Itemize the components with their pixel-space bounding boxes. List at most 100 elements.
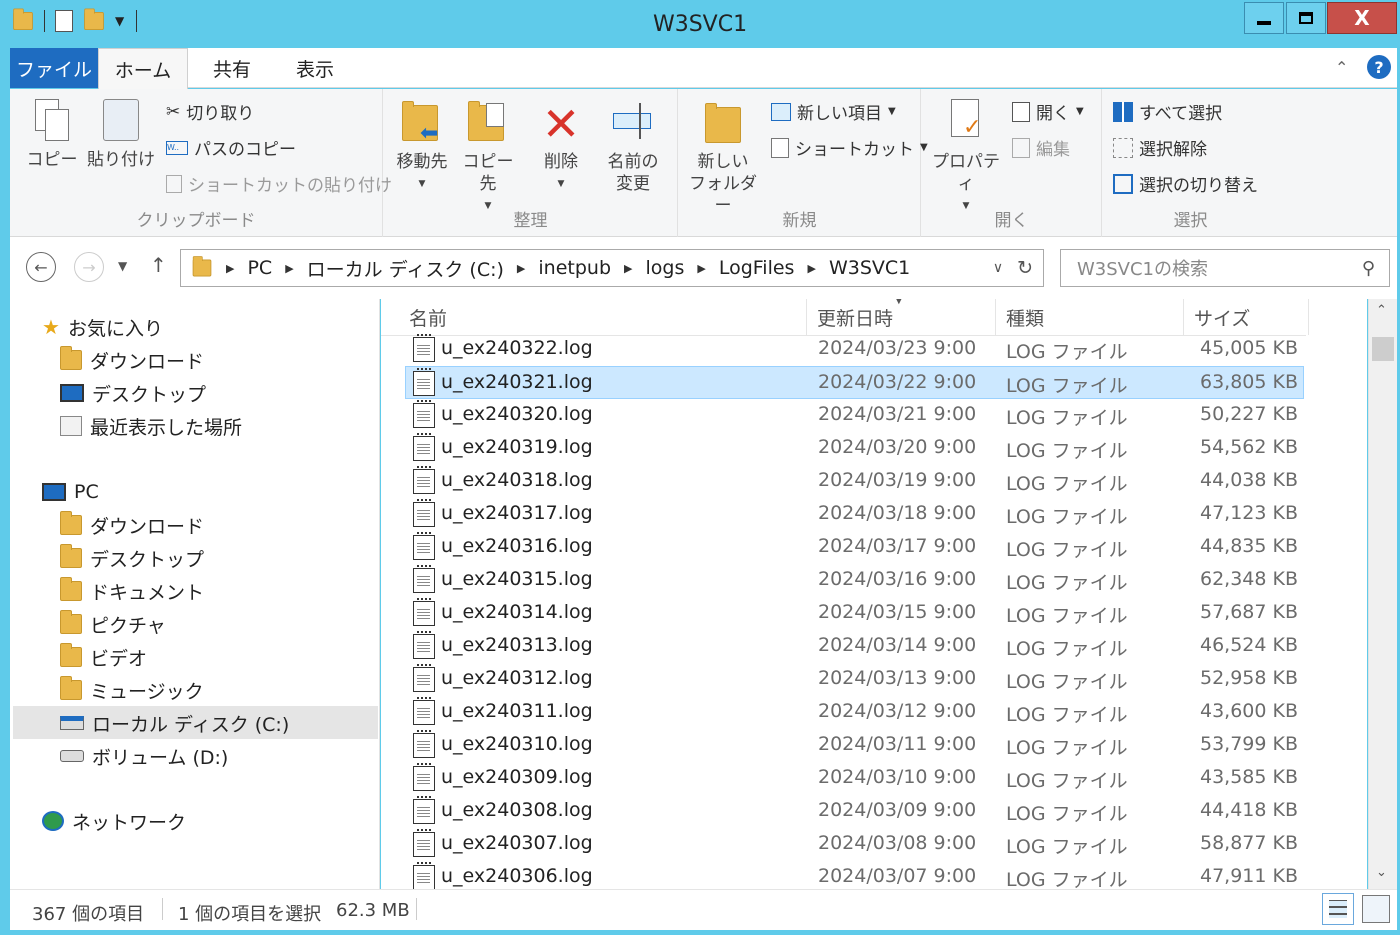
log-file-icon: [413, 862, 435, 889]
log-file-icon: [413, 400, 435, 428]
scroll-thumb[interactable]: [1372, 337, 1394, 361]
rename-icon: [613, 99, 653, 143]
column-header-type[interactable]: 種類: [996, 299, 1184, 335]
cut-button[interactable]: ✂ 切り取り: [166, 99, 254, 125]
properties-button[interactable]: ✓ プロパティ ▼: [928, 99, 1004, 217]
select-all-button[interactable]: すべて選択: [1113, 99, 1222, 124]
refresh-icon[interactable]: ↻: [1017, 257, 1033, 279]
table-row[interactable]: u_ex240314.log 2024/03/15 9:00 LOG ファイル 57,…: [381, 597, 1306, 630]
table-row[interactable]: u_ex240319.log 2024/03/20 9:00 LOG ファイル 54,…: [381, 432, 1306, 465]
nav-fav-recent[interactable]: 最近表示した場所: [60, 410, 242, 442]
scroll-up-icon[interactable]: ⌃: [1376, 303, 1387, 318]
file-date: 2024/03/17 9:00: [818, 535, 977, 557]
tab-home[interactable]: ホーム: [98, 48, 188, 89]
search-icon[interactable]: ⚲: [1362, 258, 1375, 279]
address-bar[interactable]: ▶ PC ▶ ローカル ディスク (C:) ▶ inetpub ▶ logs ▶…: [180, 249, 1044, 287]
scroll-down-icon[interactable]: ⌄: [1376, 865, 1387, 880]
file-date: 2024/03/15 9:00: [818, 601, 977, 623]
crumb-local-disk[interactable]: ローカル ディスク (C:): [307, 255, 504, 282]
table-row[interactable]: u_ex240321.log 2024/03/22 9:00 LOG ファイル 63,…: [405, 366, 1304, 399]
table-row[interactable]: u_ex240307.log 2024/03/08 9:00 LOG ファイル 58,…: [381, 828, 1306, 861]
file-size: 58,877 KB: [1199, 832, 1298, 854]
nav-local-disk[interactable]: ローカル ディスク (C:): [60, 707, 289, 739]
address-folder-icon: [192, 256, 212, 277]
close-button[interactable]: X: [1327, 2, 1397, 34]
nav-volume-d[interactable]: ボリューム (D:): [60, 740, 228, 772]
table-row[interactable]: u_ex240316.log 2024/03/17 9:00 LOG ファイル 44,…: [381, 531, 1306, 564]
file-date: 2024/03/18 9:00: [818, 502, 977, 524]
file-type: LOG ファイル: [1006, 836, 1128, 858]
rename-button[interactable]: 名前の 変更: [598, 99, 668, 195]
file-type: LOG ファイル: [1006, 473, 1128, 495]
table-row[interactable]: u_ex240308.log 2024/03/09 9:00 LOG ファイル 44,…: [381, 795, 1306, 828]
nav-pc-downloads[interactable]: ダウンロード: [60, 509, 204, 541]
table-row[interactable]: u_ex240310.log 2024/03/11 9:00 LOG ファイル 53,…: [381, 729, 1306, 762]
up-button[interactable]: ↑: [150, 253, 167, 277]
nav-pc-videos[interactable]: ビデオ: [60, 641, 147, 673]
select-none-button[interactable]: 選択解除: [1113, 135, 1207, 160]
recent-locations-icon[interactable]: ▼: [118, 259, 127, 273]
table-row[interactable]: u_ex240317.log 2024/03/18 9:00 LOG ファイル 47,…: [381, 498, 1306, 531]
table-row[interactable]: u_ex240311.log 2024/03/12 9:00 LOG ファイル 43,…: [381, 696, 1306, 729]
nav-network[interactable]: ネットワーク: [42, 805, 186, 837]
crumb-inetpub[interactable]: inetpub: [538, 257, 611, 279]
tab-file[interactable]: ファイル: [10, 48, 98, 88]
tab-view[interactable]: 表示: [285, 48, 345, 88]
nav-pc[interactable]: PC: [42, 476, 99, 508]
nav-pc-documents[interactable]: ドキュメント: [60, 575, 204, 607]
details-view-icon[interactable]: [1322, 893, 1354, 925]
pc-icon: [42, 483, 66, 501]
minimize-button[interactable]: [1244, 2, 1284, 34]
new-folder-button[interactable]: 新しい フォルダー: [685, 99, 761, 217]
search-input[interactable]: W3SVC1の検索 ⚲: [1060, 249, 1390, 287]
open-button[interactable]: 開く ▼: [1012, 99, 1084, 124]
table-row[interactable]: u_ex240320.log 2024/03/21 9:00 LOG ファイル 50,…: [381, 399, 1306, 432]
column-header-size[interactable]: サイズ: [1184, 299, 1309, 335]
address-dropdown-icon[interactable]: ∨: [993, 260, 1003, 276]
new-item-button[interactable]: 新しい項目 ▼: [771, 99, 896, 124]
help-icon[interactable]: ?: [1367, 55, 1391, 79]
table-row[interactable]: u_ex240309.log 2024/03/10 9:00 LOG ファイル 43,…: [381, 762, 1306, 795]
crumb-w3svc1[interactable]: W3SVC1: [829, 257, 910, 279]
nav-pc-desktop[interactable]: デスクトップ: [60, 542, 204, 574]
table-row[interactable]: u_ex240313.log 2024/03/14 9:00 LOG ファイル 46,…: [381, 630, 1306, 663]
file-list: 名前 更新日時 ▼ 種類 サイズ u_ex240322.log 2024/03/23…: [381, 299, 1367, 889]
copy-button[interactable]: コピー: [22, 99, 82, 171]
paste-button[interactable]: 貼り付け: [86, 99, 156, 171]
file-name: u_ex240312.log: [441, 667, 593, 689]
invert-selection-button[interactable]: 選択の切り替え: [1113, 171, 1258, 196]
delete-button[interactable]: ✕ 削除 ▼: [534, 99, 588, 195]
tab-share[interactable]: 共有: [202, 48, 262, 88]
column-header-date[interactable]: 更新日時 ▼: [807, 299, 996, 335]
nav-fav-downloads[interactable]: ダウンロード: [60, 344, 204, 376]
crumb-logfiles[interactable]: LogFiles: [719, 257, 795, 279]
table-row[interactable]: u_ex240322.log 2024/03/23 9:00 LOG ファイル 45,…: [381, 333, 1306, 366]
shortcut-button[interactable]: ショートカット ▼: [771, 135, 928, 160]
file-size: 53,799 KB: [1199, 733, 1298, 755]
edit-button[interactable]: 編集: [1012, 135, 1070, 160]
vertical-scrollbar[interactable]: ⌃ ⌄: [1368, 299, 1397, 889]
table-row[interactable]: u_ex240312.log 2024/03/13 9:00 LOG ファイル 52,…: [381, 663, 1306, 696]
forward-button[interactable]: →: [74, 252, 104, 282]
maximize-button[interactable]: [1286, 2, 1326, 34]
copy-to-button[interactable]: コピー先 ▼: [456, 99, 520, 217]
nav-pc-pictures[interactable]: ピクチャ: [60, 608, 166, 640]
title-bar: ▼ W3SVC1 X: [0, 0, 1400, 48]
large-icons-view-icon[interactable]: [1362, 895, 1390, 923]
back-button[interactable]: ←: [26, 252, 56, 282]
column-header-name[interactable]: 名前: [399, 299, 807, 335]
collapse-ribbon-icon[interactable]: ⌃: [1335, 58, 1348, 77]
log-file-icon: [413, 598, 435, 626]
nav-pc-music[interactable]: ミュージック: [60, 674, 204, 706]
move-to-button[interactable]: ⬅ 移動先 ▼: [390, 99, 454, 195]
nav-favorites[interactable]: ★ お気に入り: [42, 311, 163, 343]
copy-path-button[interactable]: W.. パスのコピー: [166, 135, 296, 160]
nav-fav-desktop[interactable]: デスクトップ: [60, 377, 206, 409]
paste-shortcut-button[interactable]: ショートカットの貼り付け: [166, 171, 392, 196]
crumb-logs[interactable]: logs: [645, 257, 684, 279]
table-row[interactable]: u_ex240306.log 2024/03/07 9:00 LOG ファイル 47,…: [381, 861, 1306, 889]
file-date: 2024/03/08 9:00: [818, 832, 977, 854]
table-row[interactable]: u_ex240315.log 2024/03/16 9:00 LOG ファイル 62,…: [381, 564, 1306, 597]
crumb-pc[interactable]: PC: [247, 257, 272, 279]
table-row[interactable]: u_ex240318.log 2024/03/19 9:00 LOG ファイル 44,…: [381, 465, 1306, 498]
